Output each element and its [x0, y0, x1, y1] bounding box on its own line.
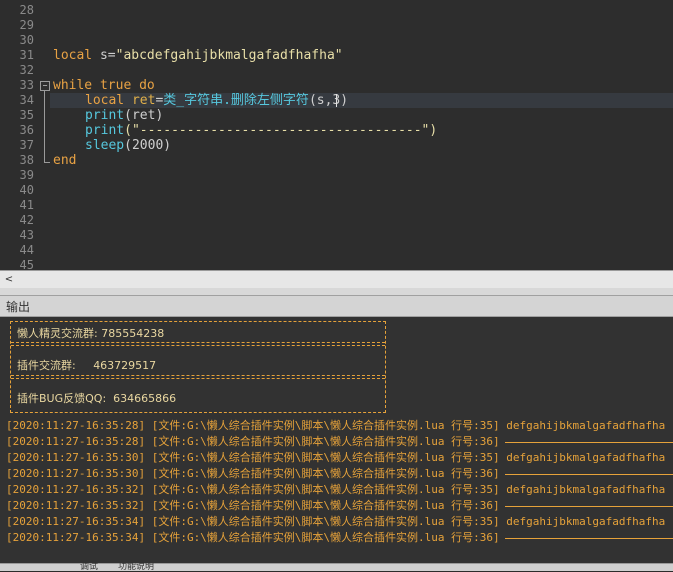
log-line: [2020:11:27-16:35:28] [文件:G:\懒人综合插件实例\脚本…: [6, 419, 666, 432]
log-line: [2020:11:27-16:35:28] [文件:G:\懒人综合插件实例\脚本…: [6, 435, 500, 448]
panel-splitter[interactable]: [0, 288, 673, 296]
output-panel-header: 输出: [0, 296, 673, 317]
fold-minus-icon[interactable]: −: [40, 81, 50, 91]
line-number: 44: [19, 243, 34, 257]
log-dash-output: [505, 474, 673, 475]
info-divider: [11, 378, 385, 379]
line-number: 30: [19, 33, 34, 47]
info-line: 懒人精灵交流群: 785554238: [17, 327, 165, 340]
code-text: s=: [92, 48, 116, 63]
log-line: [2020:11:27-16:35:32] [文件:G:\懒人综合插件实例\脚本…: [6, 483, 666, 496]
keyword: while: [53, 78, 93, 93]
fold-range-line: [44, 91, 45, 162]
function-name: print: [85, 123, 125, 138]
line-number: 41: [19, 198, 34, 212]
keyword: true: [99, 78, 132, 93]
code-line-38[interactable]: end: [53, 153, 76, 168]
output-panel-title: 输出: [6, 300, 31, 314]
line-number: 33: [19, 78, 34, 92]
info-line: 插件BUG反馈QQ: 634665866: [17, 392, 177, 405]
line-number: 45: [19, 258, 34, 270]
keyword: end: [53, 153, 77, 168]
line-number-gutter: 28 29 30 31 32 33 34 35 36 37 38 39 40 4…: [0, 0, 38, 270]
code-line-36[interactable]: print("---------------------------------…: [85, 123, 437, 138]
log-dash-output: [505, 538, 673, 539]
line-number: 37: [19, 138, 34, 152]
log-line: [2020:11:27-16:35:34] [文件:G:\懒人综合插件实例\脚本…: [6, 531, 500, 544]
info-line: 插件交流群: 463729517: [17, 359, 157, 372]
keyword: do: [139, 78, 155, 93]
chevron-left-icon[interactable]: <: [2, 271, 16, 288]
code-args: (2000): [124, 138, 172, 153]
line-number: 36: [19, 123, 34, 137]
line-number: 38: [19, 153, 34, 167]
info-divider: [11, 342, 385, 343]
line-number: 43: [19, 228, 34, 242]
line-number: 32: [19, 63, 34, 77]
line-number: 31: [19, 48, 34, 62]
line-number: 35: [19, 108, 34, 122]
code-line-33[interactable]: while true do: [53, 78, 155, 93]
code-editor[interactable]: 28 29 30 31 32 33 34 35 36 37 38 39 40 4…: [0, 0, 673, 270]
log-dash-output: [505, 442, 673, 443]
code-line-34[interactable]: local ret=类_字符串.删除左侧字符(s,3): [85, 93, 348, 108]
function-name: 类_字符串.删除左侧字符: [163, 93, 309, 108]
line-number: 42: [19, 213, 34, 227]
log-line: [2020:11:27-16:35:30] [文件:G:\懒人综合插件实例\脚本…: [6, 451, 666, 464]
fold-end-mark: [44, 162, 50, 163]
log-line: [2020:11:27-16:35:30] [文件:G:\懒人综合插件实例\脚本…: [6, 467, 500, 480]
line-number: 34: [19, 93, 34, 107]
info-box: 懒人精灵交流群: 785554238 插件交流群: 463729517 插件BU…: [10, 321, 386, 413]
string-literal: "abcdefgahijbkmalgafadfhafha": [115, 48, 343, 63]
line-number: 29: [19, 18, 34, 32]
text-caret: [336, 94, 337, 107]
keyword: local: [85, 93, 125, 108]
code-args: (s,3): [308, 93, 349, 108]
function-name: sleep: [85, 138, 125, 153]
log-line: [2020:11:27-16:35:32] [文件:G:\懒人综合插件实例\脚本…: [6, 499, 500, 512]
keyword: local: [53, 48, 93, 63]
log-dash-output: [505, 506, 673, 507]
line-number: 28: [19, 3, 34, 17]
code-args: (ret): [124, 108, 164, 123]
output-panel[interactable]: 懒人精灵交流群: 785554238 插件交流群: 463729517 插件BU…: [0, 317, 673, 563]
log-line: [2020:11:27-16:35:34] [文件:G:\懒人综合插件实例\脚本…: [6, 515, 666, 528]
code-line-31[interactable]: local s="abcdefgahijbkmalgafadfhafha": [53, 48, 343, 63]
code-args: ("------------------------------------"): [124, 123, 438, 138]
info-divider: [11, 375, 385, 376]
code-line-35[interactable]: print(ret): [85, 108, 163, 123]
line-number: 39: [19, 168, 34, 182]
function-name: print: [85, 108, 125, 123]
line-number: 40: [19, 183, 34, 197]
variable: ret: [131, 93, 156, 108]
code-line-37[interactable]: sleep(2000): [85, 138, 171, 153]
horizontal-scrollbar[interactable]: <: [0, 270, 673, 288]
info-divider: [11, 345, 385, 346]
